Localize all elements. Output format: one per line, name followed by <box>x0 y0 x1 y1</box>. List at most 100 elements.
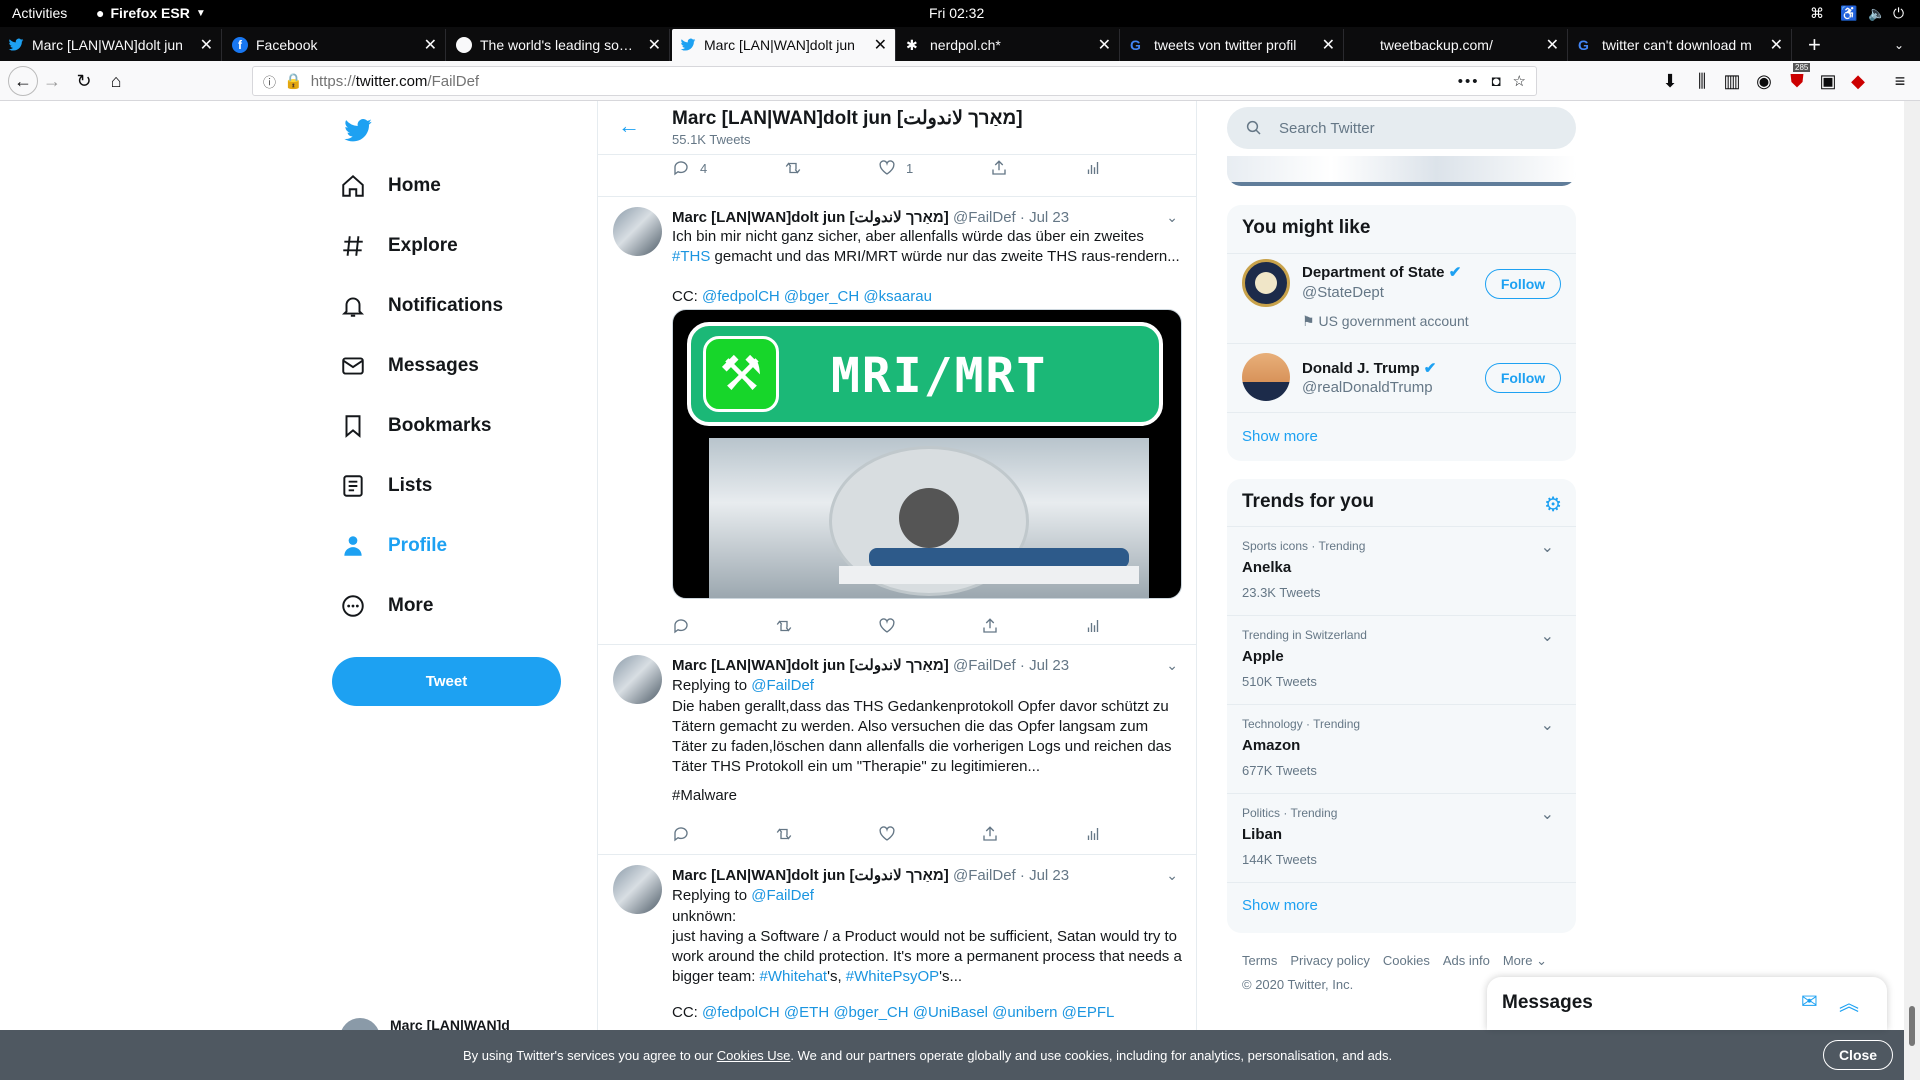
mention-links[interactable]: @fedpolCH @ETH @bger_CH @UniBasel @unibe… <box>702 1004 1114 1021</box>
scrollbar-thumb[interactable] <box>1909 1006 1915 1046</box>
sidebar-item-bookmarks[interactable]: Bookmarks <box>340 406 492 446</box>
sidebar-item-explore[interactable]: Explore <box>340 226 458 266</box>
avatar[interactable] <box>613 655 662 704</box>
share-button[interactable] <box>981 617 999 635</box>
expand-chevron-up-icon[interactable]: ︽ <box>1839 987 1859 1016</box>
avatar[interactable] <box>1242 259 1290 307</box>
reply-button[interactable] <box>672 825 690 843</box>
tweet-author-name[interactable]: Marc [LAN|WAN]dolt jun [מאַרך لاندولت] <box>672 209 949 226</box>
tweet-button[interactable]: Tweet <box>332 657 561 706</box>
hashtag-link[interactable]: #THS <box>672 248 710 265</box>
sidebar-item-profile[interactable]: Profile <box>340 526 447 566</box>
volume-icon[interactable]: 🔈 <box>1868 5 1885 22</box>
chevron-down-icon[interactable]: ⌄ <box>1541 626 1554 646</box>
extension-2-icon[interactable]: ▣ <box>1816 69 1840 93</box>
trend-item[interactable]: Sports icons · Trending Anelka 23.3K Twe… <box>1242 539 1365 600</box>
like-button[interactable] <box>878 617 896 635</box>
chevron-down-icon[interactable]: ⌄ <box>1166 867 1178 884</box>
extension-3-icon[interactable]: ◆ <box>1846 69 1870 93</box>
search-input[interactable]: Search Twitter <box>1227 107 1576 149</box>
app-menu[interactable]: ● Firefox ESR ▼ <box>96 5 206 21</box>
home-button[interactable]: ⌂ <box>104 69 128 93</box>
extension-icon[interactable]: ◉ <box>1752 69 1776 93</box>
share-button[interactable] <box>990 159 1008 177</box>
pocket-icon[interactable]: ◘ <box>1491 73 1500 90</box>
tab-twitter-1[interactable]: Marc [LAN|WAN]dolt jun ✕ <box>0 29 222 61</box>
messages-drawer[interactable]: Messages ✉ ︽ <box>1487 977 1887 1030</box>
tweet-author-name[interactable]: Marc [LAN|WAN]dolt jun [מאַרך لاندولت] <box>672 657 949 674</box>
new-message-icon[interactable]: ✉ <box>1801 989 1818 1014</box>
info-icon[interactable]: ⓘ <box>263 72 276 91</box>
tweet-date[interactable]: Jul 23 <box>1029 657 1069 674</box>
hashtag-link[interactable]: #Malware <box>672 786 1182 806</box>
retweet-button[interactable] <box>784 159 802 177</box>
bookmark-star-icon[interactable]: ☆ <box>1513 72 1526 90</box>
tab-google-1[interactable]: G tweets von twitter profil ✕ <box>1122 29 1344 61</box>
show-more-link[interactable]: Show more <box>1242 897 1318 914</box>
sidebar-icon[interactable]: ▥ <box>1720 69 1744 93</box>
tweet[interactable]: Marc [LAN|WAN]dolt jun [מאַרך لاندولت] @… <box>598 197 1196 645</box>
footer-more-link[interactable]: More ⌄ <box>1503 953 1547 969</box>
like-button[interactable]: 1 <box>878 159 913 177</box>
follow-button[interactable]: Follow <box>1485 363 1561 393</box>
analytics-button[interactable] <box>1084 825 1102 843</box>
tab-tweetbackup[interactable]: tweetbackup.com/ ✕ <box>1346 29 1568 61</box>
analytics-button[interactable] <box>1084 159 1102 177</box>
media-preview-strip[interactable] <box>1227 156 1576 186</box>
sidebar-item-messages[interactable]: Messages <box>340 346 479 386</box>
avatar[interactable] <box>1242 353 1290 401</box>
tab-google-2[interactable]: G twitter can't download m ✕ <box>1570 29 1792 61</box>
new-tab-button[interactable]: + <box>1800 29 1840 61</box>
close-icon[interactable]: ✕ <box>1770 35 1783 55</box>
sidebar-item-more[interactable]: More <box>340 586 433 626</box>
chevron-down-icon[interactable]: ⌄ <box>1541 804 1554 824</box>
account-name[interactable]: Donald J. Trump ✔ <box>1302 359 1436 377</box>
download-icon[interactable]: ⬇ <box>1658 69 1682 93</box>
chevron-down-icon[interactable]: ⌄ <box>1166 209 1178 226</box>
reply-button[interactable] <box>672 617 690 635</box>
power-icon[interactable]: ⏻ <box>1893 5 1904 22</box>
like-button[interactable] <box>878 825 896 843</box>
footer-ads-link[interactable]: Ads info <box>1443 953 1490 969</box>
chevron-down-icon[interactable]: ⌄ <box>1166 657 1178 674</box>
tweet-author-handle[interactable]: @FailDef <box>953 867 1016 884</box>
tab-nerdpol[interactable]: ✱ nerdpol.ch* ✕ <box>898 29 1120 61</box>
reload-button[interactable]: ↻ <box>72 69 96 93</box>
close-icon[interactable]: ✕ <box>648 35 661 55</box>
show-more-link[interactable]: Show more <box>1242 428 1318 445</box>
sidebar-item-notifications[interactable]: Notifications <box>340 286 503 326</box>
url-bar[interactable]: ⓘ 🔒 https://twitter.com/FailDef ••• ◘ ☆ <box>252 66 1537 96</box>
close-icon[interactable]: ✕ <box>424 35 437 55</box>
account-name[interactable]: Department of State ✔ <box>1302 263 1461 281</box>
tweet-author-handle[interactable]: @FailDef <box>953 209 1016 226</box>
tab-twitter-active[interactable]: Marc [LAN|WAN]dolt jun ✕ <box>672 29 896 61</box>
twitter-logo-icon[interactable] <box>343 116 373 151</box>
chevron-down-icon[interactable]: ⌄ <box>1541 537 1554 557</box>
footer-terms-link[interactable]: Terms <box>1242 953 1277 969</box>
tweet-date[interactable]: Jul 23 <box>1029 867 1069 884</box>
follow-button[interactable]: Follow <box>1485 269 1561 299</box>
network-icon[interactable]: ⌘ <box>1810 5 1824 22</box>
accessibility-icon[interactable]: ♿ <box>1840 5 1857 22</box>
trend-item[interactable]: Politics · Trending Liban 144K Tweets <box>1242 806 1337 867</box>
tweet-date[interactable]: Jul 23 <box>1029 209 1069 226</box>
tweet-author-handle[interactable]: @FailDef <box>953 657 1016 674</box>
tweet-author-name[interactable]: Marc [LAN|WAN]dolt jun [מאַרך لاندولت] <box>672 867 949 884</box>
ublock-icon[interactable]: ⛊ 285 <box>1785 63 1811 93</box>
reply-button[interactable]: 4 <box>672 159 707 177</box>
footer-privacy-link[interactable]: Privacy policy <box>1290 953 1369 969</box>
tab-list-chevron-icon[interactable]: ⌄ <box>1886 29 1920 61</box>
analytics-button[interactable] <box>1084 617 1102 635</box>
hamburger-menu-icon[interactable]: ≡ <box>1888 69 1912 93</box>
close-icon[interactable]: ✕ <box>200 35 213 55</box>
close-icon[interactable]: ✕ <box>874 35 887 55</box>
tweet-image[interactable]: ⚒ MRI/MRT <box>672 309 1182 599</box>
account-switcher[interactable]: Marc [LAN|WAN]d <box>340 1018 560 1030</box>
avatar[interactable] <box>613 865 662 914</box>
hashtag-link[interactable]: #WhitePsyOP <box>846 968 939 985</box>
sidebar-item-home[interactable]: Home <box>340 166 441 206</box>
close-icon[interactable]: ✕ <box>1322 35 1335 55</box>
forward-button[interactable]: → <box>40 69 64 93</box>
settings-gear-icon[interactable]: ⚙ <box>1544 492 1562 517</box>
trend-item[interactable]: Trending in Switzerland Apple 510K Tweet… <box>1242 628 1367 689</box>
